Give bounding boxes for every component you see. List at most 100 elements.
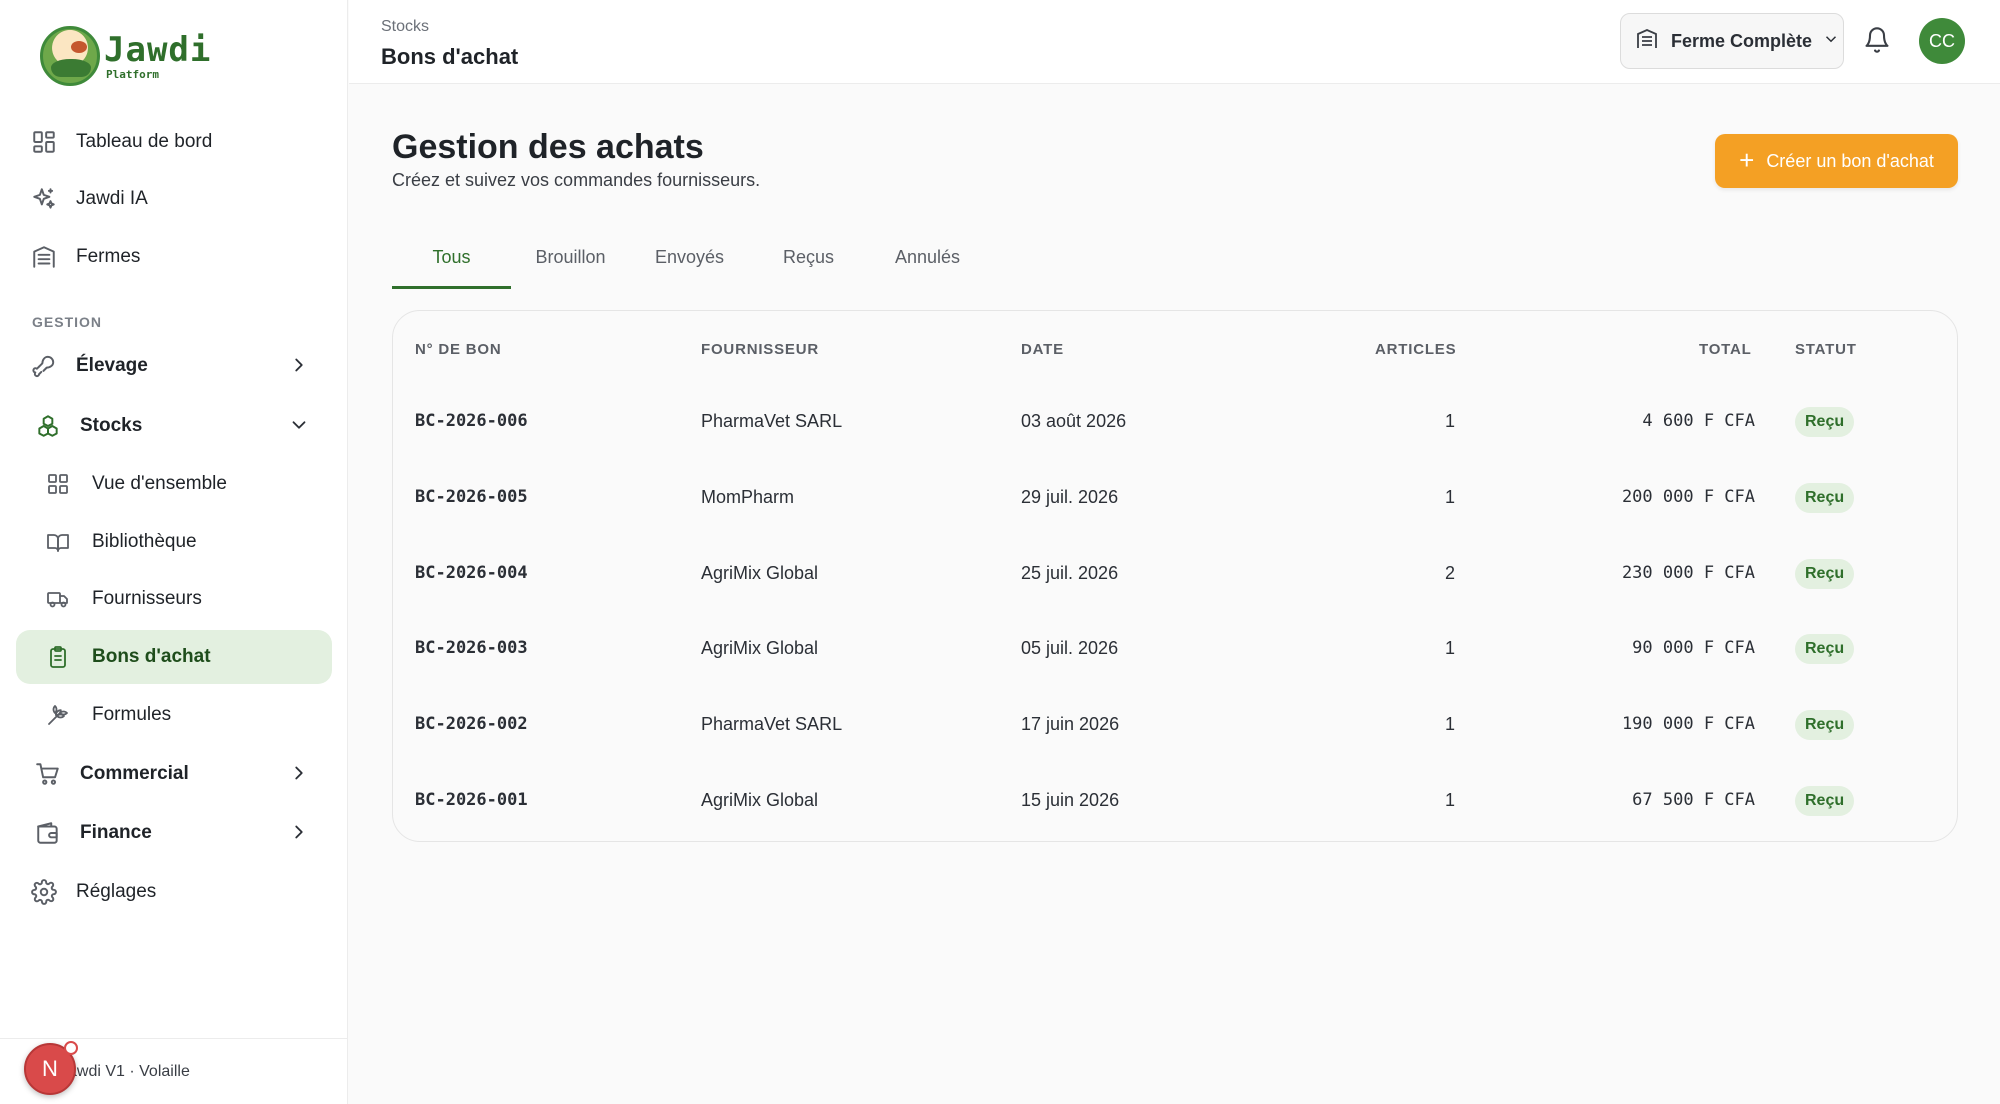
sidebar-item-label: Fermes: [76, 246, 141, 267]
order-supplier: AgriMix Global: [701, 790, 819, 810]
sidebar-item-fournisseurs[interactable]: Fournisseurs: [16, 572, 332, 626]
order-date: 29 juil. 2026: [1021, 487, 1119, 507]
sidebar-item-label: Tableau de bord: [76, 131, 213, 152]
wheat-icon: [44, 701, 72, 729]
farm-selector[interactable]: Ferme Complète: [1620, 13, 1844, 69]
sidebar-item-stocks[interactable]: Stocks: [20, 399, 336, 453]
table-row[interactable]: BC-2026-006 PharmaVet SARL 03 août 2026 …: [393, 385, 1957, 460]
notification-dot: [64, 1041, 78, 1055]
page-subtitle: Créez et suivez vos commandes fournisseu…: [392, 170, 761, 190]
order-total: 4 600 F CFA: [1642, 411, 1755, 431]
status-badge: Reçu: [1795, 710, 1855, 740]
column-header-supplier[interactable]: FOURNISSEUR: [701, 341, 819, 358]
column-header-articles[interactable]: ARTICLES: [1375, 341, 1456, 358]
order-supplier: MomPharm: [701, 487, 795, 507]
sidebar-item-dashboard[interactable]: Tableau de bord: [16, 115, 332, 169]
sidebar-footer: Jawdi V1 · Volaille N: [0, 1038, 348, 1104]
sidebar-item-bibliotheque[interactable]: Bibliothèque: [16, 515, 332, 569]
order-date: 15 juin 2026: [1021, 790, 1120, 810]
order-articles: 1: [1444, 411, 1455, 431]
order-date: 03 août 2026: [1021, 411, 1127, 431]
order-number: BC-2026-006: [415, 411, 528, 431]
sidebar-item-fermes[interactable]: Fermes: [16, 230, 332, 284]
table-row[interactable]: BC-2026-003 AgriMix Global 05 juil. 2026…: [393, 612, 1957, 687]
brand-name: Jawdi: [104, 29, 212, 70]
brand-logo[interactable]: Jawdi Platform: [40, 26, 211, 86]
column-header-date[interactable]: DATE: [1021, 341, 1064, 358]
sidebar-item-bons-achat[interactable]: Bons d'achat: [16, 630, 332, 684]
tab-brouillon[interactable]: Brouillon: [511, 240, 630, 289]
plus-icon: +: [1739, 144, 1755, 175]
truck-icon: [44, 585, 72, 613]
order-supplier: AgriMix Global: [701, 638, 819, 658]
sidebar-item-label: Jawdi IA: [76, 188, 148, 209]
order-articles: 1: [1444, 638, 1455, 658]
order-total: 67 500 F CFA: [1632, 790, 1755, 810]
order-number: BC-2026-001: [415, 790, 528, 810]
header-title: Bons d'achat: [381, 44, 519, 69]
breadcrumb[interactable]: Stocks: [381, 18, 429, 36]
status-badge: Reçu: [1795, 634, 1855, 664]
sidebar-item-label: Stocks: [80, 415, 143, 436]
brand-sub: Platform: [106, 67, 159, 81]
dashboard-icon: [30, 128, 58, 156]
sidebar-item-label: Finance: [80, 822, 152, 843]
bell-icon[interactable]: [1863, 26, 1893, 56]
table-row[interactable]: BC-2026-004 AgriMix Global 25 juil. 2026…: [393, 537, 1957, 612]
sidebar-item-reglages[interactable]: Réglages: [16, 865, 332, 919]
order-articles: 1: [1444, 487, 1455, 507]
sidebar-item-elevage[interactable]: Élevage: [16, 339, 332, 393]
status-badge: Reçu: [1795, 559, 1855, 589]
order-date: 05 juil. 2026: [1021, 638, 1119, 658]
sidebar-item-label: Réglages: [76, 881, 157, 902]
user-avatar[interactable]: CC: [1919, 18, 1965, 64]
status-tabs: Tous Brouillon Envoyés Reçus Annulés: [392, 240, 987, 290]
app-version: Jawdi V1 · Volaille: [60, 1063, 190, 1080]
sidebar-item-label: Bibliothèque: [92, 531, 197, 552]
notification-avatar-button[interactable]: N: [24, 1041, 78, 1095]
order-total: 200 000 F CFA: [1621, 487, 1755, 507]
page-title: Gestion des achats: [392, 128, 704, 166]
order-articles: 1: [1444, 790, 1455, 810]
order-total: 190 000 F CFA: [1621, 714, 1755, 734]
sidebar-item-formules[interactable]: Formules: [16, 688, 332, 742]
chevron-down-icon: [1812, 30, 1840, 53]
purchase-orders-table: N° DE BON FOURNISSEUR DATE ARTICLES TOTA…: [392, 310, 1958, 842]
chevron-right-icon: [288, 821, 310, 843]
tab-envoyes[interactable]: Envoyés: [630, 240, 749, 289]
create-purchase-order-button[interactable]: + Créer un bon d'achat: [1715, 134, 1958, 188]
sidebar-item-label: Élevage: [76, 355, 148, 376]
table-row[interactable]: BC-2026-001 AgriMix Global 15 juin 2026 …: [393, 764, 1957, 839]
column-header-number[interactable]: N° DE BON: [415, 341, 502, 358]
sidebar-item-jawdi-ia[interactable]: Jawdi IA: [16, 172, 332, 226]
order-supplier: PharmaVet SARL: [701, 411, 843, 431]
sidebar-item-finance[interactable]: Finance: [20, 806, 336, 860]
grid-icon: [44, 470, 72, 498]
order-date: 17 juin 2026: [1021, 714, 1120, 734]
table-row[interactable]: BC-2026-002 PharmaVet SARL 17 juin 2026 …: [393, 688, 1957, 763]
column-header-status[interactable]: STATUT: [1795, 341, 1857, 358]
column-header-total[interactable]: TOTAL: [1699, 341, 1752, 358]
table-row[interactable]: BC-2026-005 MomPharm 29 juil. 2026 1 200…: [393, 461, 1957, 536]
order-supplier: AgriMix Global: [701, 563, 819, 583]
order-number: BC-2026-003: [415, 638, 528, 658]
tab-annules[interactable]: Annulés: [868, 240, 987, 289]
cart-icon: [34, 760, 62, 788]
boxes-icon: [34, 412, 62, 440]
topbar: Stocks Bons d'achat Ferme Complète CC: [349, 0, 2000, 84]
sidebar-item-commercial[interactable]: Commercial: [20, 747, 336, 801]
book-icon: [44, 528, 72, 556]
order-number: BC-2026-005: [415, 487, 528, 507]
tab-tous[interactable]: Tous: [392, 240, 511, 289]
sidebar: Jawdi Platform Tableau de bord Jawdi IA …: [0, 0, 348, 1104]
sidebar-item-vue-ensemble[interactable]: Vue d'ensemble: [16, 457, 332, 511]
sidebar-item-label: Commercial: [80, 763, 189, 784]
create-button-label: Créer un bon d'achat: [1766, 150, 1934, 171]
tab-recus[interactable]: Reçus: [749, 240, 868, 289]
status-badge: Reçu: [1795, 786, 1855, 816]
chevron-right-icon: [288, 354, 310, 376]
sidebar-item-label: Fournisseurs: [92, 588, 202, 609]
status-badge: Reçu: [1795, 407, 1855, 437]
gear-icon: [30, 878, 58, 906]
building-icon: [1621, 27, 1671, 56]
